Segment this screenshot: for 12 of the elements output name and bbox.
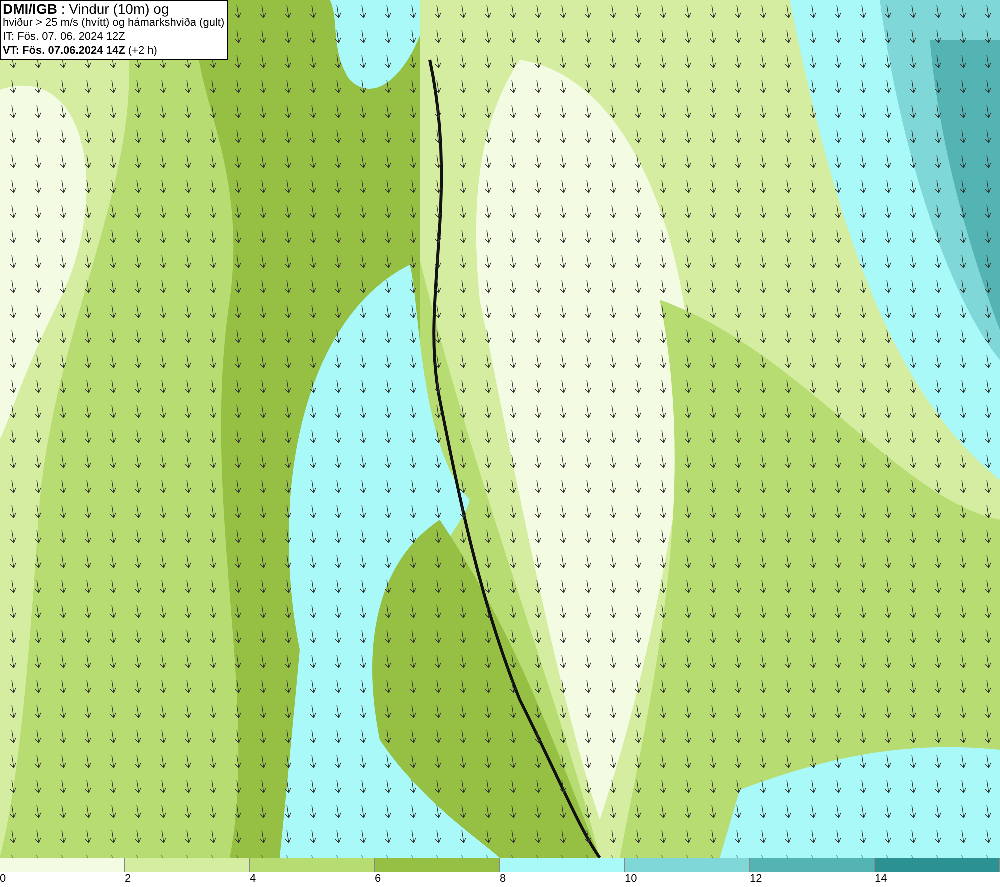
caption-line: VT: Fös. 07.06.2024 14Z (+2 h): [3, 44, 158, 58]
legend-tick-label: 12: [750, 872, 762, 887]
legend-tick-label: 4: [250, 872, 256, 887]
legend-tick-label: 6: [375, 872, 382, 887]
caption-line: hviður > 25 m/s (hvítt) og hámarkshviða (gult): [3, 17, 225, 30]
caption-line: IT: Fös. 07. 06. 2024 12Z: [3, 30, 126, 44]
legend-tick-label: 0: [0, 872, 6, 887]
legend-tick-label: 8: [500, 872, 506, 887]
legend-tick-label: 2: [125, 872, 132, 887]
legend-tick-label: 14: [875, 872, 888, 887]
legend-tick-label: 10: [625, 872, 638, 887]
caption-line: DMI/IGB : Vindur (10m) og: [3, 2, 170, 16]
